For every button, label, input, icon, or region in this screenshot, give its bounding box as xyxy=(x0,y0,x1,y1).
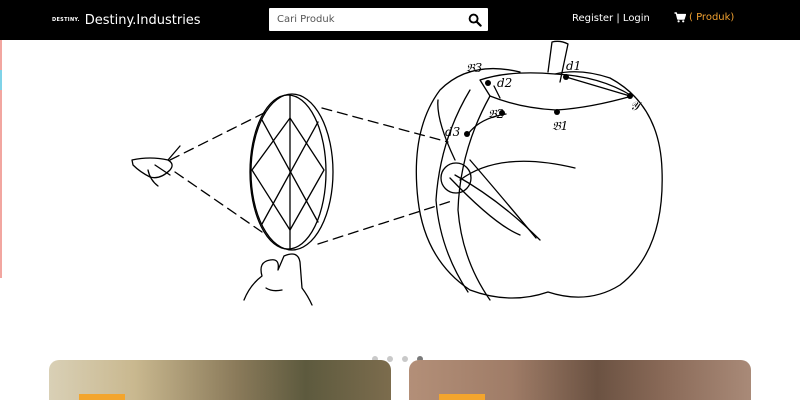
brand-link[interactable]: DESTINY. Destiny.Industries xyxy=(52,9,201,31)
label-b2: 𝔅2 xyxy=(488,107,504,121)
apple-drawing xyxy=(415,67,663,299)
login-link[interactable]: Login xyxy=(623,13,650,24)
search-bar xyxy=(269,8,488,31)
hero-carousel[interactable]: 𝔅3 d2 d1 𝔅2 𝔅1 d3 𝒴 xyxy=(0,40,800,362)
brand-name: Destiny.Industries xyxy=(84,12,201,28)
carousel-dot-3[interactable] xyxy=(402,356,408,362)
hero-illustration: 𝔅3 d2 d1 𝔅2 𝔅1 d3 𝒴 xyxy=(131,40,663,306)
product-card[interactable] xyxy=(49,360,391,400)
product-card[interactable] xyxy=(409,360,751,400)
search-icon xyxy=(468,13,482,27)
label-b1: 𝔅1 xyxy=(552,119,568,133)
card-tag xyxy=(439,394,485,400)
auth-links: Register | Login xyxy=(572,13,650,24)
cart-link[interactable]: ( Produk) xyxy=(674,12,734,23)
label-d2: d2 xyxy=(497,76,512,90)
card-tag xyxy=(79,394,125,400)
carousel-dot-2[interactable] xyxy=(387,356,393,362)
search-button[interactable] xyxy=(468,13,482,27)
eye-drawing xyxy=(131,157,173,179)
label-b3: 𝔅3 xyxy=(466,61,483,75)
brand-logo: DESTINY. xyxy=(52,16,80,23)
label-d3: d3 xyxy=(445,125,461,139)
label-y: 𝒴 xyxy=(630,99,643,113)
hand-drawing xyxy=(243,253,313,306)
auth-separator: | xyxy=(616,13,620,24)
label-d1: d1 xyxy=(566,59,581,73)
register-link[interactable]: Register xyxy=(572,13,613,24)
navbar: DESTINY. Destiny.Industries Register | L… xyxy=(0,0,800,40)
cart-label: ( Produk) xyxy=(689,12,735,23)
cart-icon xyxy=(674,12,686,23)
search-input[interactable] xyxy=(269,8,467,31)
